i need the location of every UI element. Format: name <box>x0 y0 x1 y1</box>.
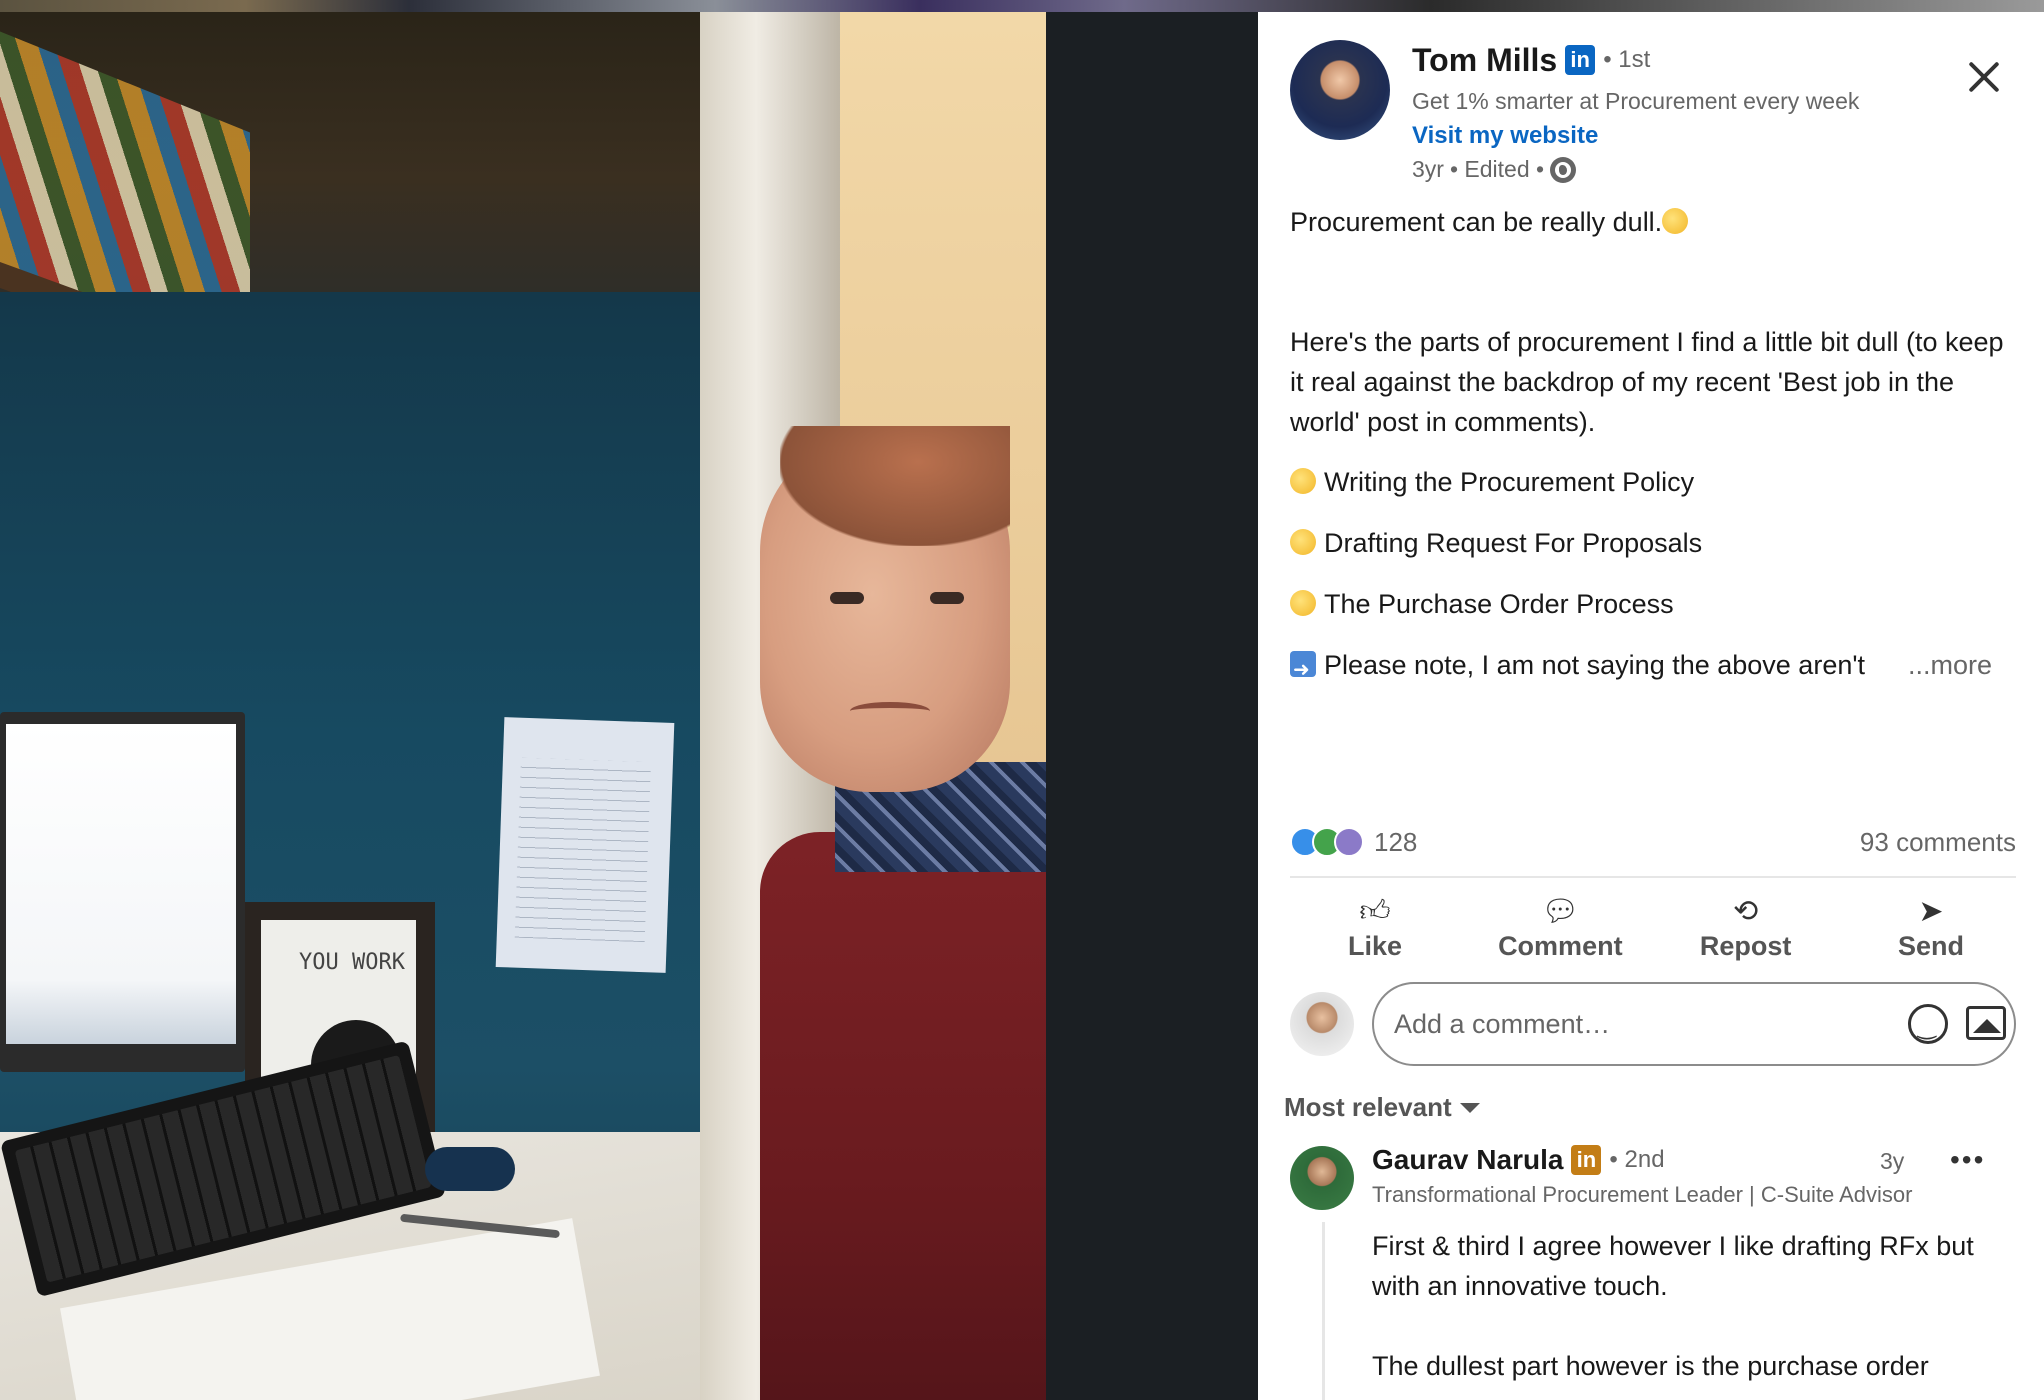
linkedin-premium-icon: in <box>1571 1145 1602 1175</box>
author-name-row: Tom Mills in • 1st <box>1412 40 1650 80</box>
photo-monitor <box>0 712 245 1072</box>
comment-item: Gaurav Narula in • 2nd 3y ••• Transforma… <box>1290 1142 2016 1400</box>
comment-more-options-icon[interactable]: ••• <box>1950 1144 1985 1176</box>
caret-down-icon <box>1459 1102 1480 1113</box>
repost-button[interactable]: ⟲ Repost <box>1661 888 1831 968</box>
post-actions: 👍︎ Like 💬︎ Comment ⟲ Repost ➤ Send <box>1290 888 2016 968</box>
insightful-reaction-icon <box>1334 827 1364 857</box>
speech-bubble-icon: 💬︎ <box>1541 893 1580 929</box>
author-headline: Get 1% smarter at Procurement every week <box>1412 88 1860 114</box>
photo-pinned-paper <box>495 717 675 973</box>
post-line-1: Procurement can be really dull. <box>1290 202 2020 242</box>
commenter-headline: Transformational Procurement Leader | C-… <box>1372 1182 1913 1207</box>
visit-website-link[interactable]: Visit my website <box>1412 122 1598 150</box>
sleeping-face-emoji-icon <box>1290 468 1316 494</box>
sleeping-face-emoji-icon <box>1290 590 1316 616</box>
smiley-icon[interactable] <box>1908 1004 1948 1044</box>
linkedin-premium-icon: in <box>1565 45 1596 75</box>
globe-icon <box>1550 156 1577 183</box>
right-arrow-emoji-icon <box>1290 649 1316 689</box>
post-item-2: Drafting Request For Proposals <box>1290 523 2020 563</box>
comment-text: First & third I agree however I like dra… <box>1372 1226 2012 1386</box>
reactions-count[interactable]: 128 <box>1374 827 1417 858</box>
comment-paragraph-2: The dullest part however is the purchase… <box>1372 1351 1929 1381</box>
post-time: 3yr <box>1412 156 1444 182</box>
sleeping-face-emoji-icon <box>1290 529 1316 555</box>
author-avatar[interactable] <box>1290 40 1390 140</box>
current-user-avatar <box>1290 992 1354 1056</box>
photo-frame-text: YOU WORK <box>299 950 405 975</box>
commenter-name[interactable]: Gaurav Narula <box>1372 1144 1563 1176</box>
post-media-viewer: YOU WORK <box>0 12 1258 1400</box>
photo-mouse <box>425 1147 515 1191</box>
post-header: Tom Mills in • 1st Get 1% smarter at Pro… <box>1290 40 2010 190</box>
shushing-face-emoji-icon <box>1662 208 1689 234</box>
thumbs-up-icon: 👍︎ <box>1359 893 1391 929</box>
divider <box>1290 876 2016 878</box>
post-edited: • Edited • <box>1449 156 1545 182</box>
see-more-button[interactable]: ...more <box>1908 645 1992 685</box>
sort-label: Most relevant <box>1284 1092 1452 1122</box>
comment-paragraph-1: First & third I agree however I like dra… <box>1372 1231 1974 1301</box>
reaction-icons[interactable] <box>1290 827 1364 857</box>
post-item-3: The Purchase Order Process <box>1290 584 2020 624</box>
comment-time: 3y <box>1880 1148 1905 1174</box>
photo-person <box>740 426 1046 1400</box>
commenter-name-row: Gaurav Narula in • 2nd <box>1372 1144 1665 1176</box>
close-icon[interactable] <box>1958 50 2014 106</box>
post-detail-panel: Tom Mills in • 1st Get 1% smarter at Pro… <box>1258 12 2044 1400</box>
comment-button[interactable]: 💬︎ Comment <box>1475 888 1645 968</box>
post-image[interactable]: YOU WORK <box>0 12 1046 1400</box>
paper-plane-icon: ➤ <box>1918 893 1944 929</box>
comment-composer <box>1290 982 2016 1066</box>
commenter-degree: • 2nd <box>1609 1146 1665 1173</box>
send-button[interactable]: ➤ Send <box>1846 888 2016 968</box>
connection-degree: • 1st <box>1603 46 1651 73</box>
comments-count[interactable]: 93 comments <box>1860 827 2016 858</box>
sort-comments-dropdown[interactable]: Most relevant <box>1284 1092 1480 1123</box>
social-counts: 128 93 comments <box>1290 822 2016 862</box>
post-item-1: Writing the Procurement Policy <box>1290 462 2020 502</box>
post-meta: 3yr • Edited • <box>1412 156 1577 183</box>
author-name[interactable]: Tom Mills <box>1412 42 1557 79</box>
thread-line <box>1322 1222 1325 1400</box>
repost-arrows-icon: ⟲ <box>1733 893 1759 929</box>
post-text: Procurement can be really dull. Here's t… <box>1290 202 2020 689</box>
like-button[interactable]: 👍︎ Like <box>1290 888 1460 968</box>
post-paragraph-2: Here's the parts of procurement I find a… <box>1290 327 2004 437</box>
image-icon[interactable] <box>1966 1006 2006 1040</box>
background-page-strip <box>0 0 2044 12</box>
post-truncated-line: Please note, I am not saying the above a… <box>1290 645 2020 689</box>
commenter-avatar[interactable] <box>1290 1146 1354 1210</box>
